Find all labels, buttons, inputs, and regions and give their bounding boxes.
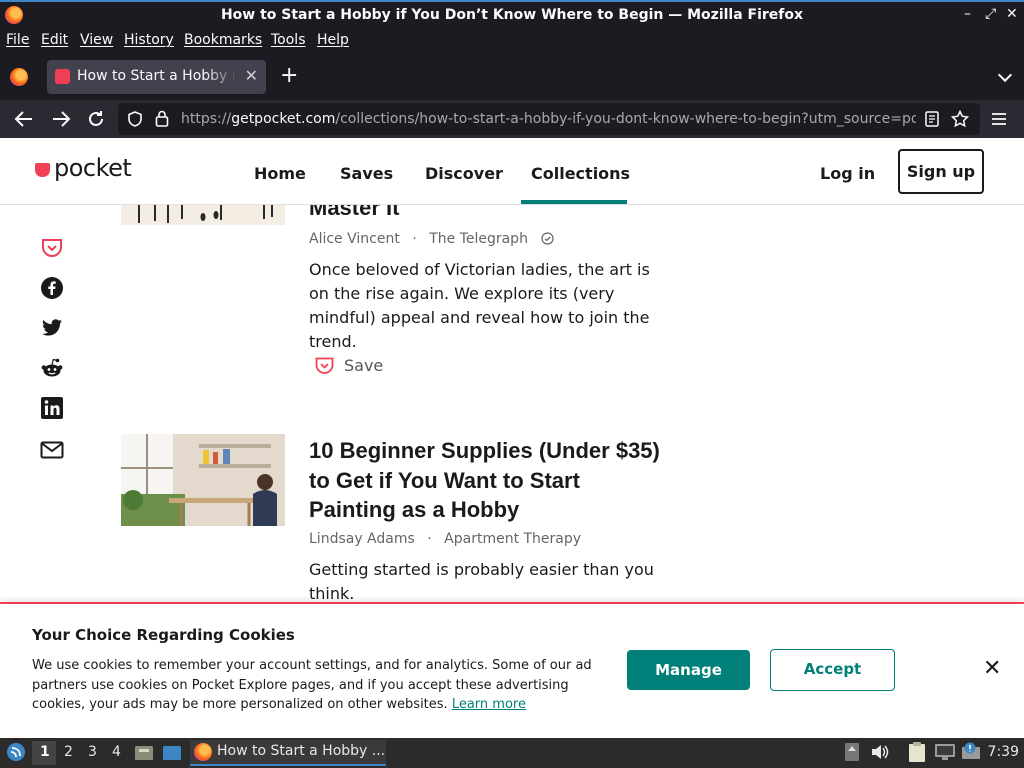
facebook-icon[interactable] — [40, 276, 64, 300]
url-bar[interactable]: https://getpocket.com/collections/how-to… — [118, 103, 980, 135]
nav-home[interactable]: Home — [254, 164, 306, 183]
bookmark-star-icon[interactable] — [951, 110, 969, 128]
nav-saves[interactable]: Saves — [340, 164, 393, 183]
reddit-icon[interactable] — [40, 356, 64, 380]
article-excerpt-2: Getting started is probably easier than … — [309, 560, 654, 603]
new-tab-button[interactable]: + — [280, 65, 298, 87]
nav-discover[interactable]: Discover — [425, 164, 503, 183]
twitter-icon[interactable] — [40, 316, 64, 340]
updates-icon[interactable] — [844, 742, 860, 762]
article-excerpt-1: Once beloved of Victorian ladies, the ar… — [309, 260, 650, 351]
tab-active[interactable]: How to Start a Hobby if You Don’t Know W… — [47, 60, 266, 94]
maximize-button[interactable]: ⤢ — [985, 6, 996, 22]
menu-view[interactable]: View — [80, 32, 113, 48]
article-publisher-1: The Telegraph — [429, 231, 528, 247]
window-titlebar: How to Start a Hobby if You Don’t Know W… — [0, 0, 1024, 30]
app-menu-icon[interactable] — [991, 112, 1007, 126]
article-byline-1: Alice Vincent · The Telegraph — [309, 231, 555, 247]
article-byline-2: Lindsay Adams · Apartment Therapy — [309, 531, 582, 547]
url-text[interactable]: https://getpocket.com/collections/how-to… — [181, 111, 916, 127]
learn-more-link[interactable]: Learn more — [452, 697, 526, 712]
verified-badge-icon — [541, 232, 555, 245]
article-publisher-2: Apartment Therapy — [444, 531, 582, 547]
article-author-2: Lindsay Adams — [309, 531, 415, 547]
show-desktop-icon[interactable] — [162, 743, 182, 763]
firefox-taskbar-icon — [194, 743, 212, 761]
cookie-text: We use cookies to remember your account … — [32, 658, 592, 712]
site-header: pocket Home Saves Discover Collections L… — [0, 138, 1024, 205]
lock-icon[interactable] — [155, 110, 169, 127]
login-link[interactable]: Log in — [820, 164, 875, 183]
pocket-save-icon — [315, 357, 334, 374]
file-manager-icon[interactable] — [134, 743, 154, 763]
tab-title: How to Start a Hobby if You Don’t Know W… — [77, 68, 237, 84]
signup-button[interactable]: Sign up — [898, 149, 984, 194]
article-image-2[interactable] — [121, 434, 285, 526]
menu-bookmarks[interactable]: Bookmarks — [184, 32, 262, 48]
menu-history[interactable]: History — [124, 32, 174, 48]
network-icon[interactable] — [934, 743, 956, 761]
window-title: How to Start a Hobby if You Don’t Know W… — [220, 7, 804, 23]
pocket-logo-text: pocket — [54, 154, 132, 182]
pocket-favicon-icon — [55, 69, 70, 84]
firefox-view-icon[interactable] — [10, 68, 28, 86]
clock: 7:39 — [987, 744, 1019, 760]
article-author-1: Alice Vincent — [309, 231, 400, 247]
back-icon[interactable] — [14, 110, 34, 128]
menu-edit[interactable]: Edit — [41, 32, 68, 48]
tab-close-icon[interactable]: ✕ — [245, 66, 258, 85]
workspace-2[interactable]: 2 — [64, 744, 73, 760]
close-window-button[interactable]: ✕ — [1006, 6, 1018, 22]
menu-file[interactable]: File — [6, 32, 29, 48]
accept-cookies-button[interactable]: Accept — [770, 649, 895, 691]
menu-tools[interactable]: Tools — [271, 32, 306, 48]
workspace-1[interactable]: 1 — [40, 744, 50, 760]
manage-cookies-button[interactable]: Manage — [627, 650, 750, 690]
tracking-shield-icon[interactable] — [128, 111, 142, 127]
menu-bar: File Edit View History Bookmarks Tools H… — [0, 30, 1024, 52]
taskbar-window-firefox[interactable]: How to Start a Hobby ... — [190, 740, 386, 766]
menu-help[interactable]: Help — [317, 32, 349, 48]
save-label: Save — [344, 356, 384, 375]
nav-bar: https://getpocket.com/collections/how-to… — [0, 100, 1024, 138]
volume-icon[interactable] — [871, 744, 889, 760]
tab-bar: How to Start a Hobby if You Don’t Know W… — [0, 52, 1024, 100]
workspace-4[interactable]: 4 — [112, 744, 121, 760]
taskbar-window-label: How to Start a Hobby ... — [217, 743, 386, 759]
pocket-logo-icon — [35, 163, 50, 177]
taskbar: 1 2 3 4 How to Start a Hobby ... 7:39 — [0, 738, 1024, 768]
minimize-button[interactable]: – — [964, 6, 971, 22]
nav-active-indicator — [521, 200, 627, 204]
start-menu-icon[interactable] — [6, 742, 26, 762]
article-title-2[interactable]: 10 Beginner Supplies (Under $35) to Get … — [309, 436, 669, 525]
close-banner-icon[interactable]: ✕ — [983, 658, 1001, 680]
notifications-icon[interactable] — [961, 742, 981, 762]
pocket-share-icon[interactable] — [40, 236, 64, 260]
clipboard-icon[interactable] — [907, 741, 927, 763]
forward-icon[interactable] — [51, 110, 71, 128]
linkedin-icon[interactable] — [40, 396, 64, 420]
article-image-1[interactable] — [121, 205, 285, 225]
reload-icon[interactable] — [87, 110, 105, 128]
cookie-heading: Your Choice Regarding Cookies — [32, 626, 295, 644]
workspace-3[interactable]: 3 — [88, 744, 97, 760]
cookie-banner: Your Choice Regarding Cookies We use coo… — [0, 602, 1024, 738]
reader-view-icon[interactable] — [925, 111, 939, 127]
email-icon[interactable] — [40, 438, 64, 462]
nav-collections[interactable]: Collections — [531, 164, 630, 183]
list-all-tabs-icon[interactable] — [997, 67, 1013, 83]
